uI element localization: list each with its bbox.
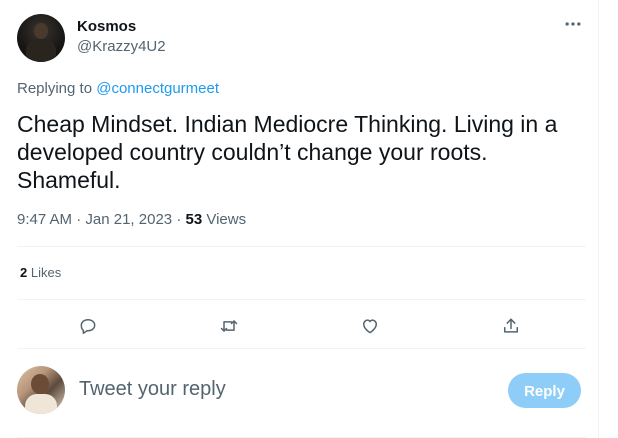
author-name[interactable]: Kosmos: [77, 18, 136, 35]
author-avatar[interactable]: [17, 14, 65, 62]
more-icon[interactable]: [558, 14, 588, 38]
tweet-date[interactable]: Jan 21, 2023: [85, 211, 172, 228]
replying-prefix: Replying to: [17, 80, 93, 97]
divider: [17, 246, 586, 247]
column-border: [598, 0, 599, 438]
divider: [17, 299, 586, 300]
likes-count: 2: [20, 265, 28, 280]
tweet-text: Cheap Mindset. Indian Mediocre Thinking.…: [17, 111, 558, 193]
author-handle[interactable]: @Krazzy4U2: [77, 38, 166, 55]
like-button[interactable]: [353, 309, 387, 343]
likes-label: Likes: [30, 265, 62, 280]
tweet-time[interactable]: 9:47 AM: [17, 211, 72, 228]
share-icon: [504, 318, 518, 333]
replying-mention-link[interactable]: @connectgurmeet: [96, 80, 219, 97]
reply-input[interactable]: [79, 378, 379, 401]
reply-button[interactable]: [71, 309, 105, 343]
tweet-meta: 9:47 AM · Jan 21, 2023 · 53 Views: [17, 211, 246, 228]
likes-link[interactable]: 2 Likes: [20, 265, 61, 280]
views-count: 53: [185, 211, 203, 228]
share-button[interactable]: [494, 309, 528, 343]
divider: [17, 348, 586, 349]
meta-separator: ·: [176, 211, 182, 228]
retweet-icon: [220, 320, 238, 332]
retweet-button[interactable]: [212, 309, 246, 343]
reply-submit-button[interactable]: Reply: [508, 373, 581, 408]
meta-separator: ·: [76, 211, 82, 228]
user-avatar[interactable]: [17, 366, 65, 414]
comment-icon: [80, 319, 96, 334]
heart-icon: [363, 319, 377, 334]
replying-to: Replying to @connectgurmeet: [17, 80, 219, 97]
views-label: Views: [206, 211, 247, 228]
